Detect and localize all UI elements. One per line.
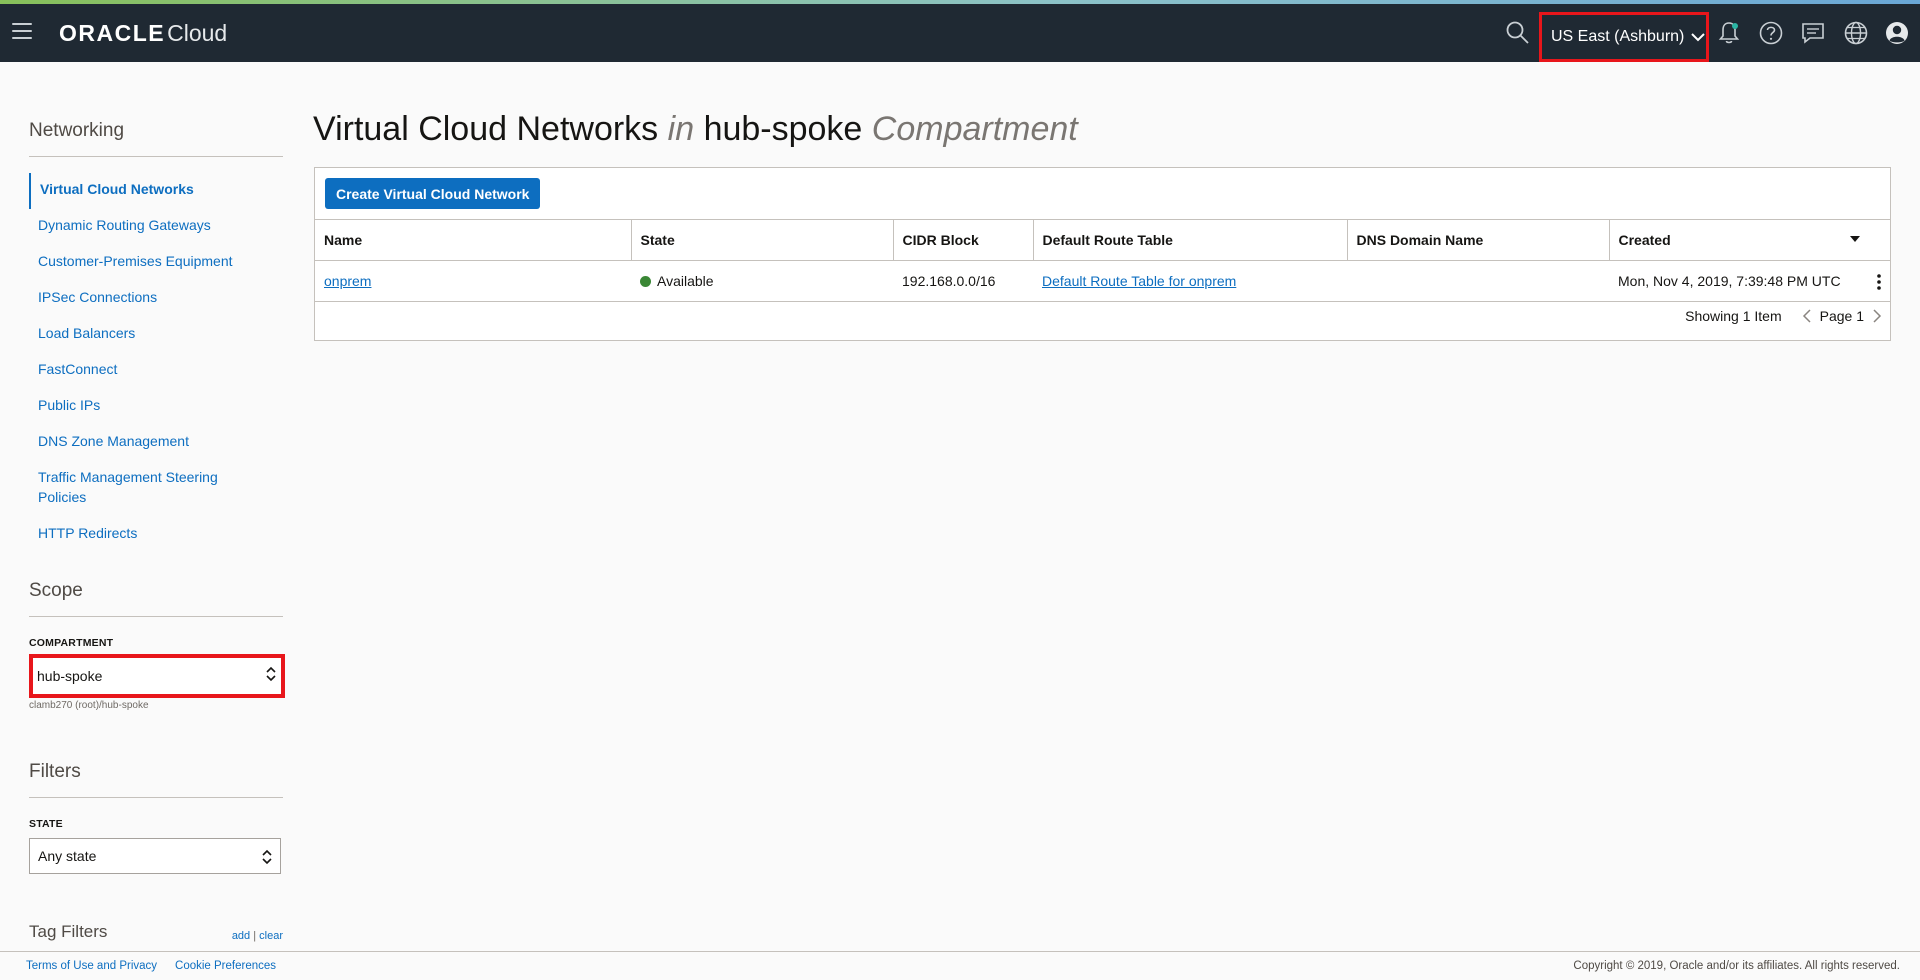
actions-menu-icon[interactable] bbox=[1876, 274, 1882, 290]
page-title-in: in bbox=[667, 110, 695, 148]
previous-page-icon[interactable] bbox=[1802, 308, 1812, 324]
state-select[interactable]: Any state bbox=[29, 838, 281, 874]
column-header-default-route-table[interactable]: Default Route Table bbox=[1032, 219, 1347, 261]
column-header-name[interactable]: Name bbox=[315, 219, 631, 261]
copyright: Copyright © 2019, Oracle and/or its affi… bbox=[1573, 960, 1900, 972]
compartment-value: hub-spoke bbox=[37, 668, 103, 684]
help-icon[interactable] bbox=[1758, 20, 1784, 46]
tag-filters-header: Tag Filters add | clear bbox=[29, 922, 283, 953]
region-label: US East (Ashburn) bbox=[1551, 28, 1685, 45]
nav-item-fastconnect[interactable]: FastConnect bbox=[29, 353, 283, 389]
tag-filter-actions: add | clear bbox=[232, 930, 283, 942]
networking-heading: Networking bbox=[29, 120, 283, 157]
filters-heading: Filters bbox=[29, 761, 283, 798]
vcn-table-panel: Create Virtual Cloud Network Name State … bbox=[314, 167, 1891, 341]
logo-product: Cloud bbox=[167, 20, 228, 46]
chat-icon[interactable] bbox=[1800, 20, 1826, 46]
page-title-compartment: hub-spoke bbox=[703, 110, 863, 148]
page-title-main: Virtual Cloud Networks bbox=[313, 110, 659, 148]
vcn-table: Name State CIDR Block Default Route Tabl… bbox=[315, 219, 1890, 302]
oracle-cloud-logo[interactable]: ORACLECloud bbox=[59, 19, 227, 47]
column-header-cidr-block[interactable]: CIDR Block bbox=[892, 219, 1033, 261]
page-title: Virtual Cloud Networks in hub-spoke Comp… bbox=[313, 110, 1078, 149]
networking-nav: Virtual Cloud Networks Dynamic Routing G… bbox=[29, 173, 283, 553]
nav-item-public-ips[interactable]: Public IPs bbox=[29, 389, 283, 425]
select-chevron-icon bbox=[266, 666, 276, 682]
chevron-down-icon bbox=[1691, 33, 1706, 42]
showing-count: Showing 1 Item bbox=[1685, 308, 1782, 324]
compartment-select[interactable]: hub-spoke bbox=[29, 654, 285, 698]
top-bar: ORACLECloud US East (Ashburn) bbox=[0, 4, 1920, 62]
cookie-preferences-link[interactable]: Cookie Preferences bbox=[175, 960, 276, 972]
vcn-dns-domain bbox=[1347, 260, 1609, 302]
region-selector[interactable]: US East (Ashburn) bbox=[1539, 12, 1709, 62]
tag-filters-heading: Tag Filters bbox=[29, 922, 108, 941]
nav-item-http-redirects[interactable]: HTTP Redirects bbox=[29, 517, 283, 553]
status-available-icon bbox=[640, 276, 651, 287]
scope-heading: Scope bbox=[29, 580, 283, 617]
nav-item-load-balancers[interactable]: Load Balancers bbox=[29, 317, 283, 353]
tag-filter-clear-link[interactable]: clear bbox=[259, 930, 283, 942]
column-header-created-label: Created bbox=[1618, 232, 1671, 248]
terms-link[interactable]: Terms of Use and Privacy bbox=[26, 960, 157, 972]
state-label: STATE bbox=[29, 818, 63, 830]
column-header-state[interactable]: State bbox=[630, 219, 893, 261]
vcn-created: Mon, Nov 4, 2019, 7:39:48 PM UTC bbox=[1618, 273, 1841, 289]
page-title-suffix: Compartment bbox=[871, 110, 1078, 148]
nav-item-traffic-management-steering-policies[interactable]: Traffic Management Steering Policies bbox=[29, 461, 229, 517]
sidebar: Networking Virtual Cloud Networks Dynami… bbox=[29, 62, 285, 953]
nav-item-dns-zone-management[interactable]: DNS Zone Management bbox=[29, 425, 283, 461]
vcn-state: Available bbox=[657, 273, 714, 289]
table-header-row: Name State CIDR Block Default Route Tabl… bbox=[315, 219, 1890, 261]
tag-filter-separator: | bbox=[253, 930, 257, 942]
vcn-name-link[interactable]: onprem bbox=[324, 273, 371, 289]
bell-icon[interactable] bbox=[1716, 20, 1742, 46]
state-value: Any state bbox=[38, 848, 97, 864]
nav-item-ipsec-connections[interactable]: IPSec Connections bbox=[29, 281, 283, 317]
nav-item-virtual-cloud-networks[interactable]: Virtual Cloud Networks bbox=[29, 173, 283, 209]
tag-filter-add-link[interactable]: add bbox=[232, 930, 250, 942]
compartment-path: clamb270 (root)/hub-spoke bbox=[29, 700, 149, 711]
footer: Terms of Use and Privacy Cookie Preferen… bbox=[0, 951, 1920, 980]
table-row: onprem Available 192.168.0.0/16 Default … bbox=[315, 260, 1890, 302]
compartment-label: COMPARTMENT bbox=[29, 637, 114, 649]
route-table-link[interactable]: Default Route Table for onprem bbox=[1042, 273, 1236, 289]
next-page-icon[interactable] bbox=[1872, 308, 1882, 324]
create-vcn-button[interactable]: Create Virtual Cloud Network bbox=[325, 178, 541, 209]
user-icon[interactable] bbox=[1884, 20, 1910, 46]
page-number: Page 1 bbox=[1819, 308, 1864, 324]
logo-brand: ORACLE bbox=[59, 20, 166, 46]
nav-item-customer-premises-equipment[interactable]: Customer-Premises Equipment bbox=[29, 245, 283, 281]
column-header-created[interactable]: Created bbox=[1608, 219, 1890, 261]
nav-item-dynamic-routing-gateways[interactable]: Dynamic Routing Gateways bbox=[29, 209, 283, 245]
vcn-cidr: 192.168.0.0/16 bbox=[893, 260, 1033, 302]
pagination: Showing 1 Item Page 1 bbox=[1685, 308, 1882, 324]
globe-icon[interactable] bbox=[1843, 20, 1869, 46]
search-icon[interactable] bbox=[1505, 20, 1531, 46]
select-chevron-icon bbox=[262, 849, 272, 865]
menu-icon[interactable] bbox=[12, 23, 32, 39]
sort-descending-icon[interactable] bbox=[1850, 236, 1860, 242]
column-header-dns-domain-name[interactable]: DNS Domain Name bbox=[1346, 219, 1609, 261]
